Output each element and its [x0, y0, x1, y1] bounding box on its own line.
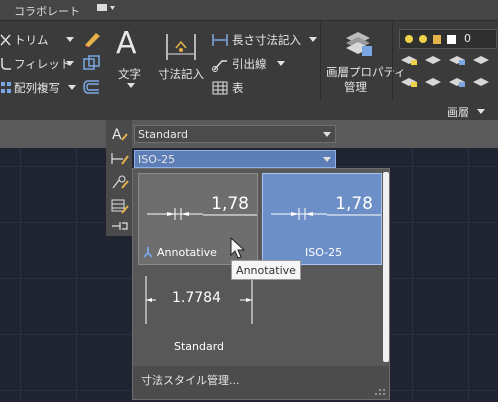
linear-dimension-label: 長さ寸法記入 — [232, 33, 301, 47]
layer-tools-icons[interactable] — [399, 54, 495, 94]
layer-state-icons — [405, 35, 456, 44]
chevron-down-icon — [66, 61, 74, 66]
ribbon-tab-bar: コラボレート — [0, 0, 498, 20]
text-style-combo[interactable]: Standard — [134, 125, 336, 143]
ribbon-panel-titles: 画層 — [0, 101, 498, 120]
chevron-down-icon — [323, 132, 331, 137]
leader-label: 引出線 — [232, 57, 267, 71]
text-button[interactable]: A 文字 — [112, 28, 152, 90]
layer-dropdown[interactable]: 0 — [399, 29, 497, 49]
offset-icon[interactable] — [82, 79, 102, 95]
ribbon-display-dropdown[interactable] — [96, 3, 116, 16]
chevron-down-icon — [277, 61, 285, 66]
tile-number: 1,78 — [211, 194, 249, 214]
multileader-style-icon[interactable] — [111, 174, 129, 190]
dimension-style-icon[interactable] — [111, 150, 129, 166]
chevron-down-icon — [309, 37, 317, 42]
tile-number: 1.7784 — [172, 290, 221, 306]
resize-grip-icon[interactable] — [373, 388, 385, 396]
layer-properties-label: 画層プロパティ — [326, 65, 406, 79]
array-label: 配列複写 — [14, 81, 60, 95]
annotation-tools-column: A — [106, 120, 132, 236]
tile-name: Standard — [174, 340, 225, 353]
tile-number: 1,78 — [335, 194, 373, 214]
panel-pin-icon[interactable] — [111, 220, 129, 232]
current-layer-name: 0 — [464, 32, 471, 45]
layers-panel-title[interactable]: 画層 — [447, 104, 469, 120]
table-icon — [212, 81, 228, 95]
chevron-down-icon — [68, 85, 76, 90]
layer-properties-label-2: 管理 — [344, 80, 367, 94]
chevron-down-icon — [66, 37, 74, 42]
dimension-line — [327, 214, 381, 216]
tab-collaborate[interactable]: コラボレート — [14, 3, 80, 19]
chevron-down-icon — [127, 83, 135, 88]
dimension-style-combo[interactable]: ISO-25 — [134, 150, 336, 168]
leader-icon — [212, 60, 227, 72]
dimension-icon — [166, 34, 196, 60]
fillet-icon — [1, 58, 11, 70]
table-label: 表 — [232, 81, 244, 95]
tooltip: Annotative — [231, 260, 301, 280]
mouse-cursor-icon — [230, 237, 246, 259]
style-tile-standard[interactable]: 1.7784 Standard — [138, 268, 258, 360]
gallery-scrollbar[interactable] — [383, 172, 389, 362]
erase-icon[interactable] — [82, 30, 102, 48]
svg-text:A: A — [112, 127, 122, 142]
text-style-icon[interactable]: A — [111, 126, 129, 142]
text-a-icon: A — [116, 26, 137, 61]
manage-dimension-styles-row[interactable]: 寸法スタイル管理... — [133, 366, 389, 399]
dimension-line — [203, 214, 257, 216]
layer-stack-icon — [346, 32, 372, 56]
fillet-label: フィレット — [14, 57, 72, 71]
explode-icon[interactable] — [82, 55, 102, 73]
chevron-down-icon[interactable] — [477, 109, 485, 115]
dimension-button[interactable]: 寸法記入 — [158, 28, 208, 90]
dimension-preview-icon — [271, 208, 327, 220]
array-icon — [1, 82, 11, 93]
tile-name: Annotative — [157, 246, 217, 259]
annotative-icon — [143, 247, 153, 258]
trim-icon — [0, 34, 11, 46]
trim-label: トリム — [14, 33, 49, 47]
dimension-style-value: ISO-25 — [138, 153, 176, 166]
text-style-value: Standard — [138, 128, 189, 141]
dimension-preview-icon — [147, 208, 203, 220]
ribbon-toggle-icon — [97, 4, 115, 11]
chevron-down-icon — [323, 157, 331, 162]
table-style-icon[interactable] — [111, 198, 129, 214]
style-tile-iso-25[interactable]: 1,78 ISO-25 — [262, 173, 382, 265]
linear-dimension-icon — [212, 34, 228, 46]
tile-name: ISO-25 — [305, 246, 343, 259]
manage-dimension-styles-label: 寸法スタイル管理... — [141, 374, 240, 387]
layer-properties-button[interactable]: 画層プロパティ 管理 — [324, 26, 406, 96]
text-label: 文字 — [118, 67, 141, 81]
dimension-label: 寸法記入 — [158, 67, 204, 81]
